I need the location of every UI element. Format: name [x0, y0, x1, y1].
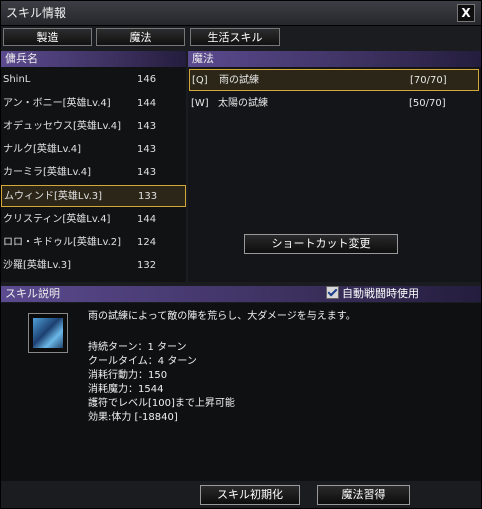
skill-info-window: スキル情報 X 製造 魔法 生活スキル 傭兵名 魔法 ShinL 146 アン・…	[0, 0, 482, 509]
stat-mana-cost: 消耗魔力：1544	[88, 384, 164, 395]
mercenary-level: 144	[137, 98, 157, 109]
stat-effect: 効果:体力 [-18840]	[88, 412, 178, 423]
mercenary-row[interactable]: ShinL 146	[1, 69, 186, 91]
mercenary-level: 143	[137, 121, 157, 132]
window-title: スキル情報	[6, 6, 67, 20]
mercenary-name: クリスティン[英雄Lv.4]	[3, 214, 111, 225]
stat-talisman: 護符でレベル[100]まで上昇可能	[88, 398, 235, 409]
auto-use-toggle[interactable]: 自動戦闘時使用	[326, 286, 419, 302]
skill-row[interactable]: [W] 太陽の試練 [50/70]	[189, 93, 479, 115]
skill-name: 太陽の試練	[218, 98, 268, 109]
mercenary-name: オデュッセウス[英雄Lv.4]	[3, 121, 122, 132]
mercenary-name: アン・ボニー[英雄Lv.4]	[3, 98, 111, 109]
skill-list-header: 魔法	[188, 51, 481, 67]
mercenary-name: カーミラ[英雄Lv.4]	[3, 167, 92, 178]
mercenary-name: ロロ・キドゥル[英雄Lv.2]	[3, 237, 122, 248]
mercenary-level: 132	[137, 260, 157, 271]
shortcut-change-button[interactable]: ショートカット変更	[244, 234, 398, 254]
tab-life-skill[interactable]: 生活スキル	[190, 28, 280, 46]
mercenary-level: 144	[137, 214, 157, 225]
mercenary-level: 143	[137, 167, 157, 178]
mercenary-row[interactable]: アン・ボニー[英雄Lv.4] 144	[1, 93, 186, 115]
close-button[interactable]: X	[457, 4, 475, 22]
reset-skill-button[interactable]: スキル初期化	[200, 485, 300, 505]
mercenary-level: 124	[137, 237, 157, 248]
stat-duration: 持続ターン：1 ターン	[88, 342, 187, 353]
mercenary-header: 傭兵名	[1, 51, 186, 67]
stat-cooldown: クールタイム：4 ターン	[88, 356, 197, 367]
mercenary-row[interactable]: カーミラ[英雄Lv.4] 143	[1, 162, 186, 184]
skill-description: 雨の試練によって敵の陣を荒らし、大ダメージを与えます。 持続ターン：1 ターン …	[1, 303, 481, 481]
mercenary-list: ShinL 146 アン・ボニー[英雄Lv.4] 144 オデュッセウス[英雄L…	[1, 67, 186, 282]
tab-magic[interactable]: 魔法	[96, 28, 185, 46]
mercenary-level: 143	[137, 144, 157, 155]
skill-points: [70/70]	[410, 75, 447, 86]
auto-use-label: 自動戦闘時使用	[342, 287, 419, 300]
stat-action-cost: 消耗行動力：150	[88, 370, 168, 381]
skill-name: 雨の試練	[219, 75, 259, 86]
mercenary-name: ムウィンド[英雄Lv.3]	[4, 191, 103, 202]
mercenary-name: ShinL	[3, 74, 31, 85]
description-text: 雨の試練によって敵の陣を荒らし、大ダメージを与えます。	[88, 311, 356, 322]
mercenary-name: ナルク[英雄Lv.4]	[3, 144, 82, 155]
mercenary-row[interactable]: ナルク[英雄Lv.4] 143	[1, 139, 186, 161]
skill-hotkey: [Q]	[192, 75, 208, 86]
mercenary-level: 133	[138, 191, 158, 202]
mercenary-row-selected[interactable]: ムウィンド[英雄Lv.3] 133	[1, 185, 186, 207]
mercenary-row[interactable]: クリスティン[英雄Lv.4] 144	[1, 209, 186, 231]
mercenary-row[interactable]: オデュッセウス[英雄Lv.4] 143	[1, 116, 186, 138]
title-bar[interactable]: スキル情報 X	[1, 1, 481, 26]
mercenary-row[interactable]: 沙羅[英雄Lv.3] 132	[1, 255, 186, 277]
checkbox-checked-icon[interactable]	[326, 286, 339, 299]
mercenary-level: 146	[137, 74, 157, 85]
skill-hotkey: [W]	[191, 98, 209, 109]
rain-skill-icon	[28, 313, 68, 353]
skill-icon-art	[33, 318, 63, 348]
skill-points: [50/70]	[409, 98, 446, 109]
learn-magic-button[interactable]: 魔法習得	[317, 485, 410, 505]
mercenary-row[interactable]: ロロ・キドゥル[英雄Lv.2] 124	[1, 232, 186, 254]
tab-crafting[interactable]: 製造	[3, 28, 92, 46]
mercenary-name: 沙羅[英雄Lv.3]	[3, 260, 72, 271]
skill-row-selected[interactable]: [Q] 雨の試練 [70/70]	[189, 69, 479, 91]
